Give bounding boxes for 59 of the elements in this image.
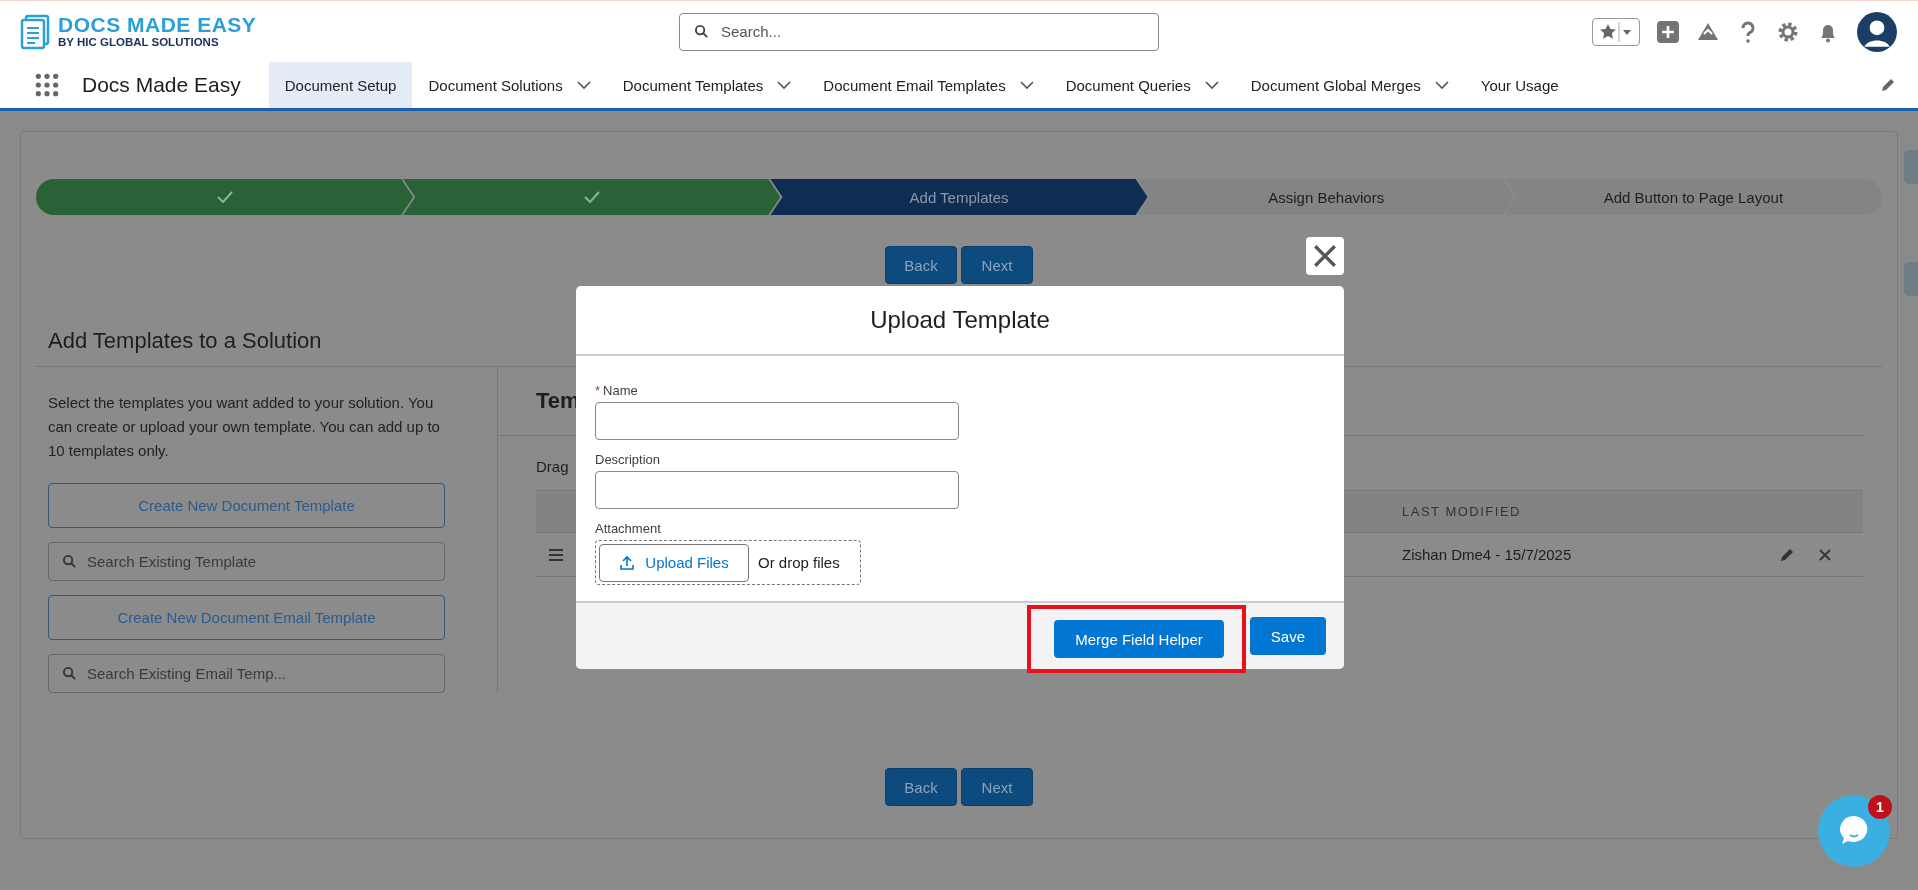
avatar-icon[interactable] bbox=[1856, 10, 1898, 53]
nav-tab[interactable]: Document Solutions bbox=[412, 62, 607, 108]
search-icon bbox=[62, 554, 77, 569]
drop-hint: Or drop files bbox=[758, 554, 840, 571]
search-icon bbox=[694, 24, 709, 39]
search-field[interactable]: Search... bbox=[679, 12, 1159, 51]
logo-title: DOCS MADE EASY bbox=[58, 14, 257, 36]
close-button[interactable] bbox=[1306, 237, 1344, 275]
app-launcher-icon[interactable] bbox=[34, 72, 60, 98]
search-input[interactable]: Search... bbox=[719, 22, 1144, 41]
chat-button[interactable]: 1 bbox=[1818, 795, 1890, 867]
text-input-field[interactable] bbox=[595, 471, 959, 509]
wizard-button[interactable]: Back bbox=[885, 246, 957, 284]
dialog-button[interactable]: Save bbox=[1249, 617, 1326, 655]
chevron-down-icon[interactable] bbox=[1204, 80, 1219, 90]
check-icon bbox=[583, 191, 600, 203]
wizard-button[interactable]: Next bbox=[961, 246, 1033, 284]
wizard-button[interactable]: Back bbox=[885, 768, 957, 806]
pencil-icon[interactable] bbox=[1880, 77, 1896, 93]
field-label: Description bbox=[595, 452, 661, 467]
chevron-down-icon[interactable] bbox=[777, 80, 792, 90]
close-icon bbox=[1312, 243, 1338, 269]
chevron-down-icon[interactable] bbox=[1019, 80, 1034, 90]
nav-tab[interactable]: Document Templates bbox=[606, 62, 808, 108]
progress-step: Add Templates bbox=[770, 179, 1148, 215]
search-icon bbox=[62, 666, 77, 681]
upload-files-button[interactable]: Upload Files bbox=[599, 543, 749, 582]
notification-badge: 1 bbox=[1868, 795, 1892, 819]
text-input-field[interactable] bbox=[595, 402, 959, 440]
file-drop-zone[interactable]: Upload Files Or drop files bbox=[595, 540, 861, 585]
table-cell: Zishan Dme4 - 15/7/2025 bbox=[1402, 546, 1572, 563]
nav-tab[interactable]: Document Global Merges bbox=[1234, 62, 1465, 108]
logo-subtitle: BY HIC GLOBAL SOLUTIONS bbox=[58, 37, 220, 49]
progress-step: Add Button to Page Layout bbox=[1504, 179, 1882, 215]
chevron-down-icon[interactable] bbox=[1434, 80, 1449, 90]
favorites-button[interactable] bbox=[1592, 17, 1640, 46]
pencil-icon[interactable] bbox=[1779, 546, 1795, 563]
required-asterisk: * bbox=[595, 383, 601, 398]
dialog-button[interactable]: Merge Field Helper bbox=[1054, 620, 1224, 658]
field-label: Name bbox=[603, 383, 638, 398]
upload-icon bbox=[619, 554, 636, 571]
nav-tab[interactable]: Your Usage bbox=[1464, 62, 1575, 108]
wizard-button[interactable]: Next bbox=[961, 768, 1033, 806]
nav-tab[interactable]: Document Email Templates bbox=[807, 62, 1050, 108]
search-field[interactable]: Search Existing Email Temp... bbox=[48, 654, 445, 693]
description-text: Select the templates you want added to your solution. You can create or upload your own template. You can add up to 10 templates only. bbox=[48, 393, 441, 461]
nav-tab[interactable]: Document Queries bbox=[1049, 62, 1235, 108]
progress-step: Assign Behaviors bbox=[1137, 179, 1515, 215]
plus-icon[interactable] bbox=[1656, 19, 1680, 44]
chevron-down-icon[interactable] bbox=[576, 80, 591, 90]
hint-text: Drag bbox=[536, 458, 569, 475]
check-icon bbox=[216, 191, 233, 203]
column-header: LAST MODIFIED bbox=[1402, 504, 1521, 519]
app-name: Docs Made Easy bbox=[82, 73, 241, 97]
search-field[interactable]: Search Existing Template bbox=[48, 542, 445, 581]
close-icon[interactable] bbox=[1817, 546, 1833, 563]
drag-handle-icon[interactable] bbox=[548, 547, 564, 562]
field-label: Attachment bbox=[595, 521, 661, 536]
nav-tab[interactable]: Document Setup bbox=[268, 62, 413, 108]
